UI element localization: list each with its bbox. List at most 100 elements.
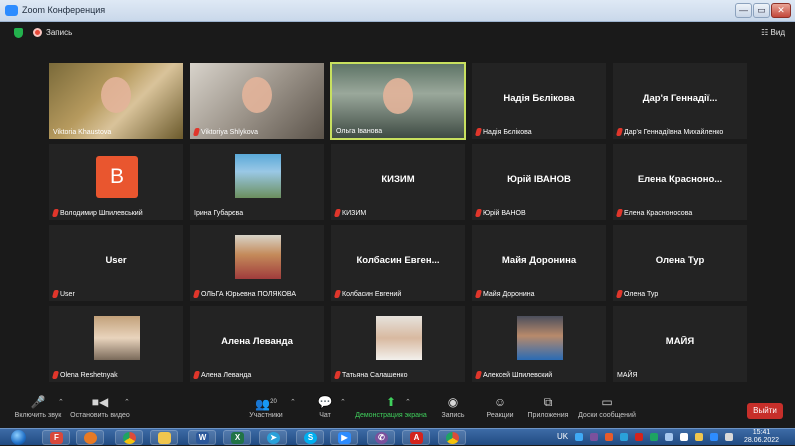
whiteboard-button[interactable]: ▭ Доски сообщений [576,394,638,419]
window-titlebar: Zoom Конференция — ▭ ✕ [0,0,795,22]
video-camera-icon: ■◀ [91,395,109,409]
chrome-icon [446,432,459,444]
excel-icon: X [231,432,244,444]
participant-tile[interactable]: Олена Тур Олена Тур [612,224,748,302]
participant-name: Алексей Шпилевский [483,371,553,379]
tray-telegram-icon[interactable] [620,433,628,441]
participant-name-label: Майя Доронина [474,290,534,298]
recording-icon [33,28,42,37]
participant-name: Татьяна Салашенко [342,371,408,379]
record-button[interactable]: ◉ Запись [438,394,468,419]
chrome-icon [123,432,136,444]
participant-tile[interactable]: ОЛЬГА Юрьевна ПОЛЯКОВА [189,224,325,302]
mic-muted-icon [474,128,483,136]
participant-name: ОЛЬГА Юрьевна ПОЛЯКОВА [201,290,297,298]
start-button[interactable] [3,429,33,446]
clock[interactable]: 15:41 28.06.2022 [744,429,779,445]
tray-network-icon[interactable] [650,433,658,441]
participant-name-label: Ірина Губарєва [194,210,243,217]
smiley-icon: ☺ [493,395,507,409]
tray-zoom-icon[interactable] [710,433,718,441]
participant-name: Алена Леванда [201,371,252,379]
security-shield-icon[interactable] [14,28,23,38]
maximize-button[interactable]: ▭ [753,3,770,18]
taskbar-app-viber[interactable]: ✆ [367,430,395,445]
participant-name: Viktoria Khaustova [53,129,112,136]
zoom-app-icon [5,5,18,16]
video-options-chevron-icon[interactable]: ⌃ [124,398,130,406]
participant-face [383,78,413,114]
participant-tile[interactable]: Юрій ІВАНОВ Юрій ВАНОВ [471,143,607,221]
leave-button[interactable]: Выйти [747,403,783,419]
participant-photo [94,316,140,360]
tray-power-icon[interactable] [695,433,703,441]
taskbar-app-telegram[interactable]: ➤ [259,430,287,445]
tray-antivirus-icon[interactable] [635,433,643,441]
participant-tile[interactable]: Алексей Шпилевский [471,305,607,383]
view-button[interactable]: ☷ Вид [761,28,785,37]
participant-name: User [60,290,75,298]
share-screen-button[interactable]: ⬆ Демонстрация экрана [353,394,429,419]
reactions-button[interactable]: ☺ Реакции [484,394,516,419]
tray-flag-icon[interactable] [665,433,673,441]
participant-tile[interactable]: Надія Бєлікова Надія Бєлікова [471,62,607,140]
mic-muted-icon [474,371,483,379]
os-taskbar: F W X ➤ S ▶ ✆ A UK 15:41 28.06.2022 [0,428,795,445]
tray-sync-icon[interactable] [725,433,733,441]
participant-tile[interactable]: User User [48,224,184,302]
tray-app-icon[interactable] [605,433,613,441]
record-icon: ◉ [447,395,459,409]
participant-tile[interactable]: Колбасин Евген... Колбасин Евгений [330,224,466,302]
participant-tile[interactable]: КИЗИМ КИЗИМ [330,143,466,221]
taskbar-app-explorer[interactable] [150,430,178,445]
taskbar-app-word[interactable]: W [188,430,216,445]
share-options-chevron-icon[interactable]: ⌃ [405,398,411,406]
taskbar-app-zoom[interactable]: ▶ [330,430,358,445]
participant-tile[interactable]: B Володимир Шпилевський [48,143,184,221]
taskbar-app-skype[interactable]: S [296,430,324,445]
recording-label[interactable]: Запись [46,28,72,37]
close-button[interactable]: ✕ [771,3,791,18]
participant-display-name: User [105,255,127,266]
participant-tile[interactable]: Татьяна Салашенко [330,305,466,383]
minimize-button[interactable]: — [735,3,752,18]
taskbar-app-acrobat[interactable]: A [402,430,430,445]
participant-tile[interactable]: Viktoria Khaustova [48,62,184,140]
participant-tile[interactable]: МАЙЯ МАЙЯ [612,305,748,383]
participant-tile[interactable]: Ольга Іванова [330,62,466,140]
tray-volume-icon[interactable] [680,433,688,441]
participant-photo [517,316,563,360]
participant-tile[interactable]: Ірина Губарєва [189,143,325,221]
mic-muted-icon [615,209,624,217]
participant-tile[interactable]: Viktoriya Shlykova [189,62,325,140]
participant-avatar: B [96,156,138,198]
chat-options-chevron-icon[interactable]: ⌃ [340,398,346,406]
apps-button[interactable]: ⧉ Приложения [526,394,570,419]
participant-tile[interactable]: Дар'я Геннадії... Дар'я Геннадіївна Михай… [612,62,748,140]
participants-options-chevron-icon[interactable]: ⌃ [290,398,296,406]
audio-options-chevron-icon[interactable]: ⌃ [58,398,64,406]
stop-video-button[interactable]: ■◀ Остановить видео [68,394,132,419]
participant-tile[interactable]: Алена Леванда Алена Леванда [189,305,325,383]
participants-button[interactable]: 👥20 Участники [240,394,292,419]
taskbar-app-chrome-2[interactable] [438,430,466,445]
folder-icon [158,432,171,444]
firefox-icon [84,432,97,444]
word-icon: W [196,432,209,444]
taskbar-app-office[interactable]: F [42,430,70,445]
participant-name-label: Ольга Іванова [336,128,382,135]
zoom-icon: ▶ [338,432,351,444]
participant-tile[interactable]: Майя Доронина Майя Доронина [471,224,607,302]
participant-tile[interactable]: Елена Красноно... Елена Красноносова [612,143,748,221]
tray-viber-icon[interactable] [590,433,598,441]
tray-help-icon[interactable] [575,433,583,441]
keyboard-language[interactable]: UK [557,432,568,441]
participant-name-label: КИЗИМ [333,209,366,217]
participants-icon: 👥20 [255,397,277,411]
chat-button[interactable]: 💬 Чат [312,394,338,419]
taskbar-app-excel[interactable]: X [223,430,251,445]
participant-photo [235,154,281,198]
taskbar-app-chrome[interactable] [115,430,143,445]
participant-tile[interactable]: Olena Reshetnyak [48,305,184,383]
taskbar-app-firefox[interactable] [76,430,104,445]
